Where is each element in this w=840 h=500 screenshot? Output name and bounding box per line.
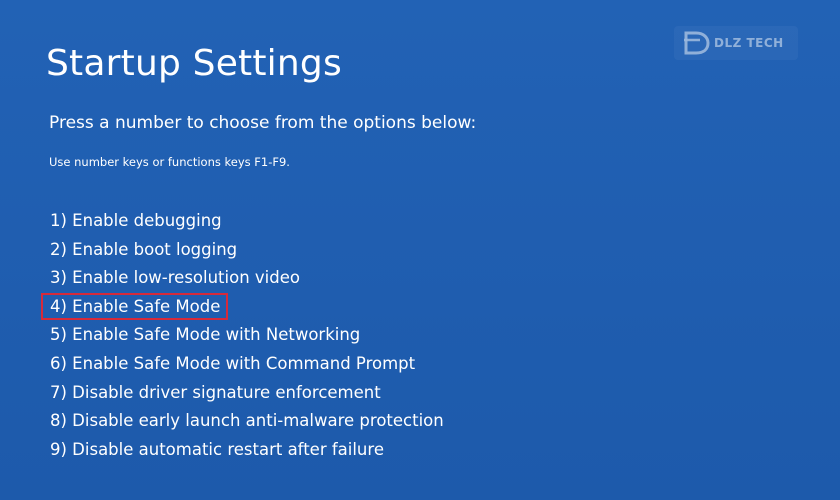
option-enable-debugging[interactable]: 1) Enable debugging	[50, 207, 444, 236]
startup-options-list: 1) Enable debugging 2) Enable boot loggi…	[41, 207, 444, 465]
dlz-logo-icon	[684, 31, 710, 55]
option-safe-mode-networking[interactable]: 5) Enable Safe Mode with Networking	[50, 321, 444, 350]
option-enable-low-resolution-video[interactable]: 3) Enable low-resolution video	[50, 264, 444, 293]
option-disable-automatic-restart[interactable]: 9) Disable automatic restart after failu…	[50, 436, 444, 465]
instruction-text: Press a number to choose from the option…	[49, 113, 477, 133]
watermark-text: DLZ TECH	[714, 36, 784, 50]
option-disable-driver-signature[interactable]: 7) Disable driver signature enforcement	[50, 379, 444, 408]
key-hint-text: Use number keys or functions keys F1-F9.	[49, 155, 290, 169]
option-disable-early-launch-antimalware[interactable]: 8) Disable early launch anti-malware pro…	[50, 407, 444, 436]
option-safe-mode-command-prompt[interactable]: 6) Enable Safe Mode with Command Prompt	[50, 350, 444, 379]
option-enable-safe-mode[interactable]: 4) Enable Safe Mode	[41, 292, 444, 322]
page-title: Startup Settings	[46, 43, 342, 84]
startup-settings-screen: DLZ TECH Startup Settings Press a number…	[0, 0, 840, 500]
watermark-logo: DLZ TECH	[674, 26, 798, 60]
option-enable-boot-logging[interactable]: 2) Enable boot logging	[50, 236, 444, 265]
